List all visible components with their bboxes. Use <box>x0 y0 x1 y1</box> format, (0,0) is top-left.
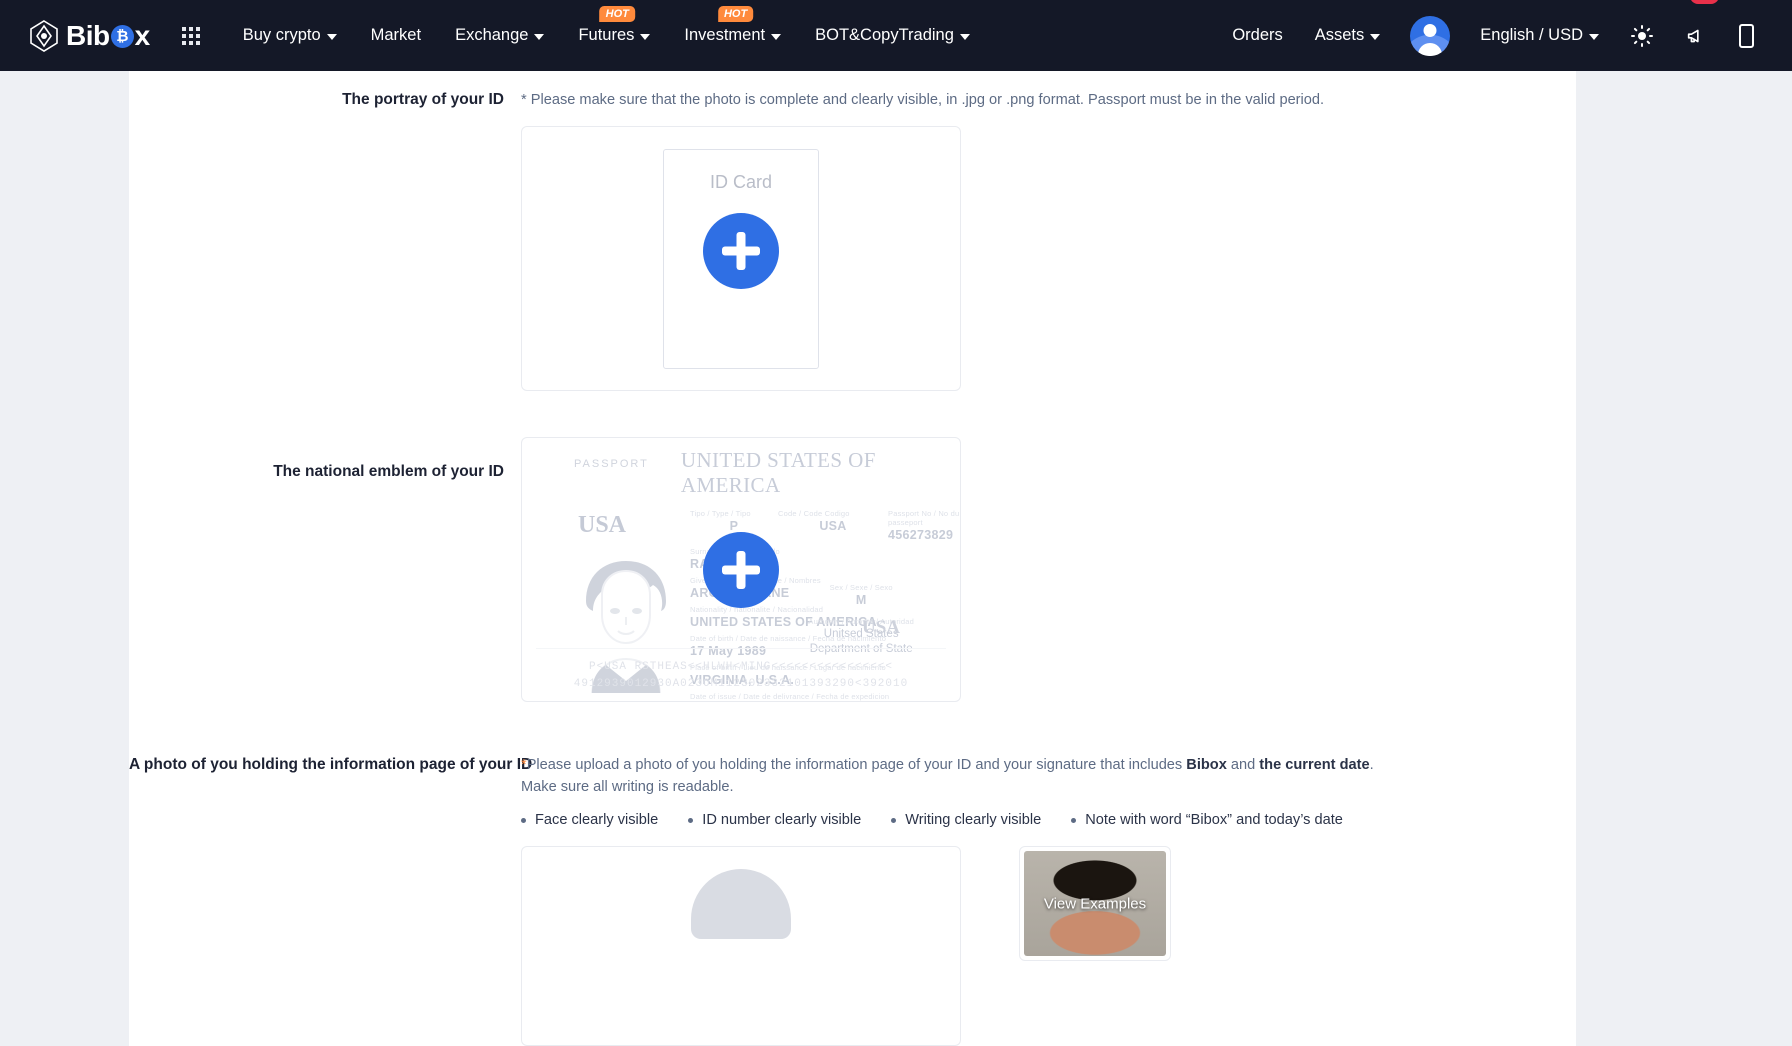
bullet-dot-icon <box>1071 818 1076 823</box>
passport-word: PASSPORT <box>574 458 649 470</box>
passport-code-value: USA <box>778 519 888 533</box>
holding-requirements-list: Face clearly visible ID number clearly v… <box>521 812 1376 828</box>
hot-badge: HOT <box>718 6 753 22</box>
requirement-label: ID number clearly visible <box>702 812 861 828</box>
nav-item-bot-copytrading[interactable]: BOT&CopyTrading <box>798 0 987 71</box>
holding-hint: *Please upload a photo of you holding th… <box>521 754 1376 798</box>
bibox-wordmark: Bib₿x <box>66 20 150 52</box>
nav-item-investment[interactable]: HOT Investment <box>667 0 798 71</box>
holding-upload-box[interactable] <box>521 846 961 1046</box>
nav-label: Buy crypto <box>243 0 321 71</box>
passport-number-micro: Passport No / No du passeport <box>888 509 961 527</box>
nav-label: Exchange <box>455 0 528 71</box>
nav-label: Orders <box>1232 0 1282 71</box>
plus-icon <box>703 532 779 608</box>
passport-number-value: 456273829 <box>888 528 961 542</box>
view-examples-thumbnail[interactable]: View Examples <box>1024 851 1166 956</box>
passport-usa-bottom: USA <box>862 617 900 639</box>
megaphone-icon <box>1685 25 1707 47</box>
requirement-item: ID number clearly visible <box>688 812 861 828</box>
requirement-label: Writing clearly visible <box>905 812 1041 828</box>
brand-text-before: Bib <box>66 20 110 52</box>
mobile-app-button[interactable] <box>1723 0 1770 71</box>
top-navbar: Bib₿x Buy crypto Market Exchange HOT Fut… <box>0 0 1792 71</box>
passport-divider <box>536 648 946 649</box>
portray-label: The portray of your ID <box>129 89 521 391</box>
add-photo-button[interactable] <box>703 213 779 289</box>
emblem-upload-box[interactable]: PASSPORT UNITED STATES OF AMERICA USA <box>521 437 961 702</box>
add-photo-button[interactable] <box>703 532 779 608</box>
person-silhouette-icon <box>691 869 791 939</box>
nav-item-exchange[interactable]: Exchange <box>438 0 561 71</box>
main-menu: Buy crypto Market Exchange HOT Futures H… <box>226 0 987 71</box>
bullet-dot-icon <box>688 818 693 823</box>
holding-hint-part1: Please upload a photo of you holding the… <box>527 757 1187 773</box>
notification-count-badge: 99+ <box>1690 0 1719 4</box>
announcements-button[interactable]: 99+ <box>1669 0 1723 71</box>
holding-hint-bibox: Bibox <box>1186 757 1227 773</box>
nav-item-orders[interactable]: Orders <box>1216 0 1298 71</box>
chevron-down-icon <box>771 34 781 40</box>
requirement-item: Note with word “Bibox” and today’s date <box>1071 812 1343 828</box>
requirement-item: Writing clearly visible <box>891 812 1041 828</box>
bibox-logo[interactable]: Bib₿x <box>26 18 150 54</box>
passport-mrz-line2: 4912939012930A023OM112302332101393290<39… <box>522 676 960 693</box>
passport-sex-micro: Sex / Sexe / Sexo <box>808 583 914 592</box>
avatar[interactable] <box>1410 16 1450 56</box>
brand-text-after: x <box>135 20 150 52</box>
section-portray-of-id: The portray of your ID * Please make sur… <box>129 71 1576 391</box>
holding-hint-mid: and <box>1227 757 1259 773</box>
theme-toggle-button[interactable] <box>1615 0 1669 71</box>
chevron-down-icon <box>640 34 650 40</box>
passport-type-micro: Tipo / Type / Tipo <box>690 509 778 518</box>
apps-grid-icon[interactable] <box>182 27 200 45</box>
passport-mrz-line1: P<USA RSTHEAS<<HLWH<MING<<<<<<<<<<<<<<<< <box>522 659 960 676</box>
portray-upload-box[interactable]: ID Card <box>521 126 961 391</box>
nav-item-buy-crypto[interactable]: Buy crypto <box>226 0 354 71</box>
passport-usa-text: USA <box>578 512 690 539</box>
requirement-label: Note with word “Bibox” and today’s date <box>1085 812 1343 828</box>
hot-badge: HOT <box>600 6 635 22</box>
bullet-dot-icon <box>521 818 526 823</box>
passport-code-micro: Code / Code Codigo <box>778 509 888 518</box>
passport-authority-line2: Department of State <box>808 642 914 657</box>
passport-country-title: UNITED STATES OF AMERICA <box>681 448 946 498</box>
requirement-label: Face clearly visible <box>535 812 658 828</box>
chevron-down-icon <box>327 34 337 40</box>
chevron-down-icon <box>1370 34 1380 40</box>
navbar-right: Orders Assets English / USD 99+ <box>1216 0 1770 71</box>
language-label: English / USD <box>1480 0 1583 71</box>
view-examples-card[interactable]: View Examples <box>1019 846 1171 961</box>
chevron-down-icon <box>1589 34 1599 40</box>
view-examples-label: View Examples <box>1024 895 1166 912</box>
section-national-emblem: The national emblem of your ID PASSPORT … <box>129 391 1576 702</box>
nav-label: BOT&CopyTrading <box>815 0 954 71</box>
nav-label: Assets <box>1315 0 1365 71</box>
passport-doi-micro: Date of issue / Date de delivrance / Fec… <box>690 692 961 701</box>
passport-mrz: P<USA RSTHEAS<<HLWH<MING<<<<<<<<<<<<<<<<… <box>522 659 960 693</box>
emblem-label: The national emblem of your ID <box>129 437 521 702</box>
portray-hint: * Please make sure that the photo is com… <box>521 89 1576 111</box>
id-card-label: ID Card <box>710 172 772 193</box>
holding-upload-area: View Examples <box>521 846 1376 1046</box>
bullet-dot-icon <box>891 818 896 823</box>
nav-label: Market <box>371 0 421 71</box>
chevron-down-icon <box>960 34 970 40</box>
holding-label: A photo of you holding the information p… <box>129 754 521 1046</box>
sun-icon <box>1631 25 1653 47</box>
nav-item-assets[interactable]: Assets <box>1299 0 1397 71</box>
id-card-placeholder: ID Card <box>663 149 819 369</box>
language-currency-selector[interactable]: English / USD <box>1464 0 1615 71</box>
requirement-item: Face clearly visible <box>521 812 658 828</box>
chevron-down-icon <box>534 34 544 40</box>
holding-hint-current-date: the current date <box>1259 757 1369 773</box>
brand-bitcoin-icon: ₿ <box>111 25 134 48</box>
nav-item-market[interactable]: Market <box>354 0 438 71</box>
bibox-mark-icon <box>26 18 62 54</box>
mobile-phone-icon <box>1739 24 1754 48</box>
passport-sex-value: M <box>808 593 914 607</box>
nav-item-futures[interactable]: HOT Futures <box>561 0 667 71</box>
section-holding-photo: A photo of you holding the information p… <box>129 702 1576 1046</box>
kyc-upload-page: The portray of your ID * Please make sur… <box>129 71 1576 1046</box>
